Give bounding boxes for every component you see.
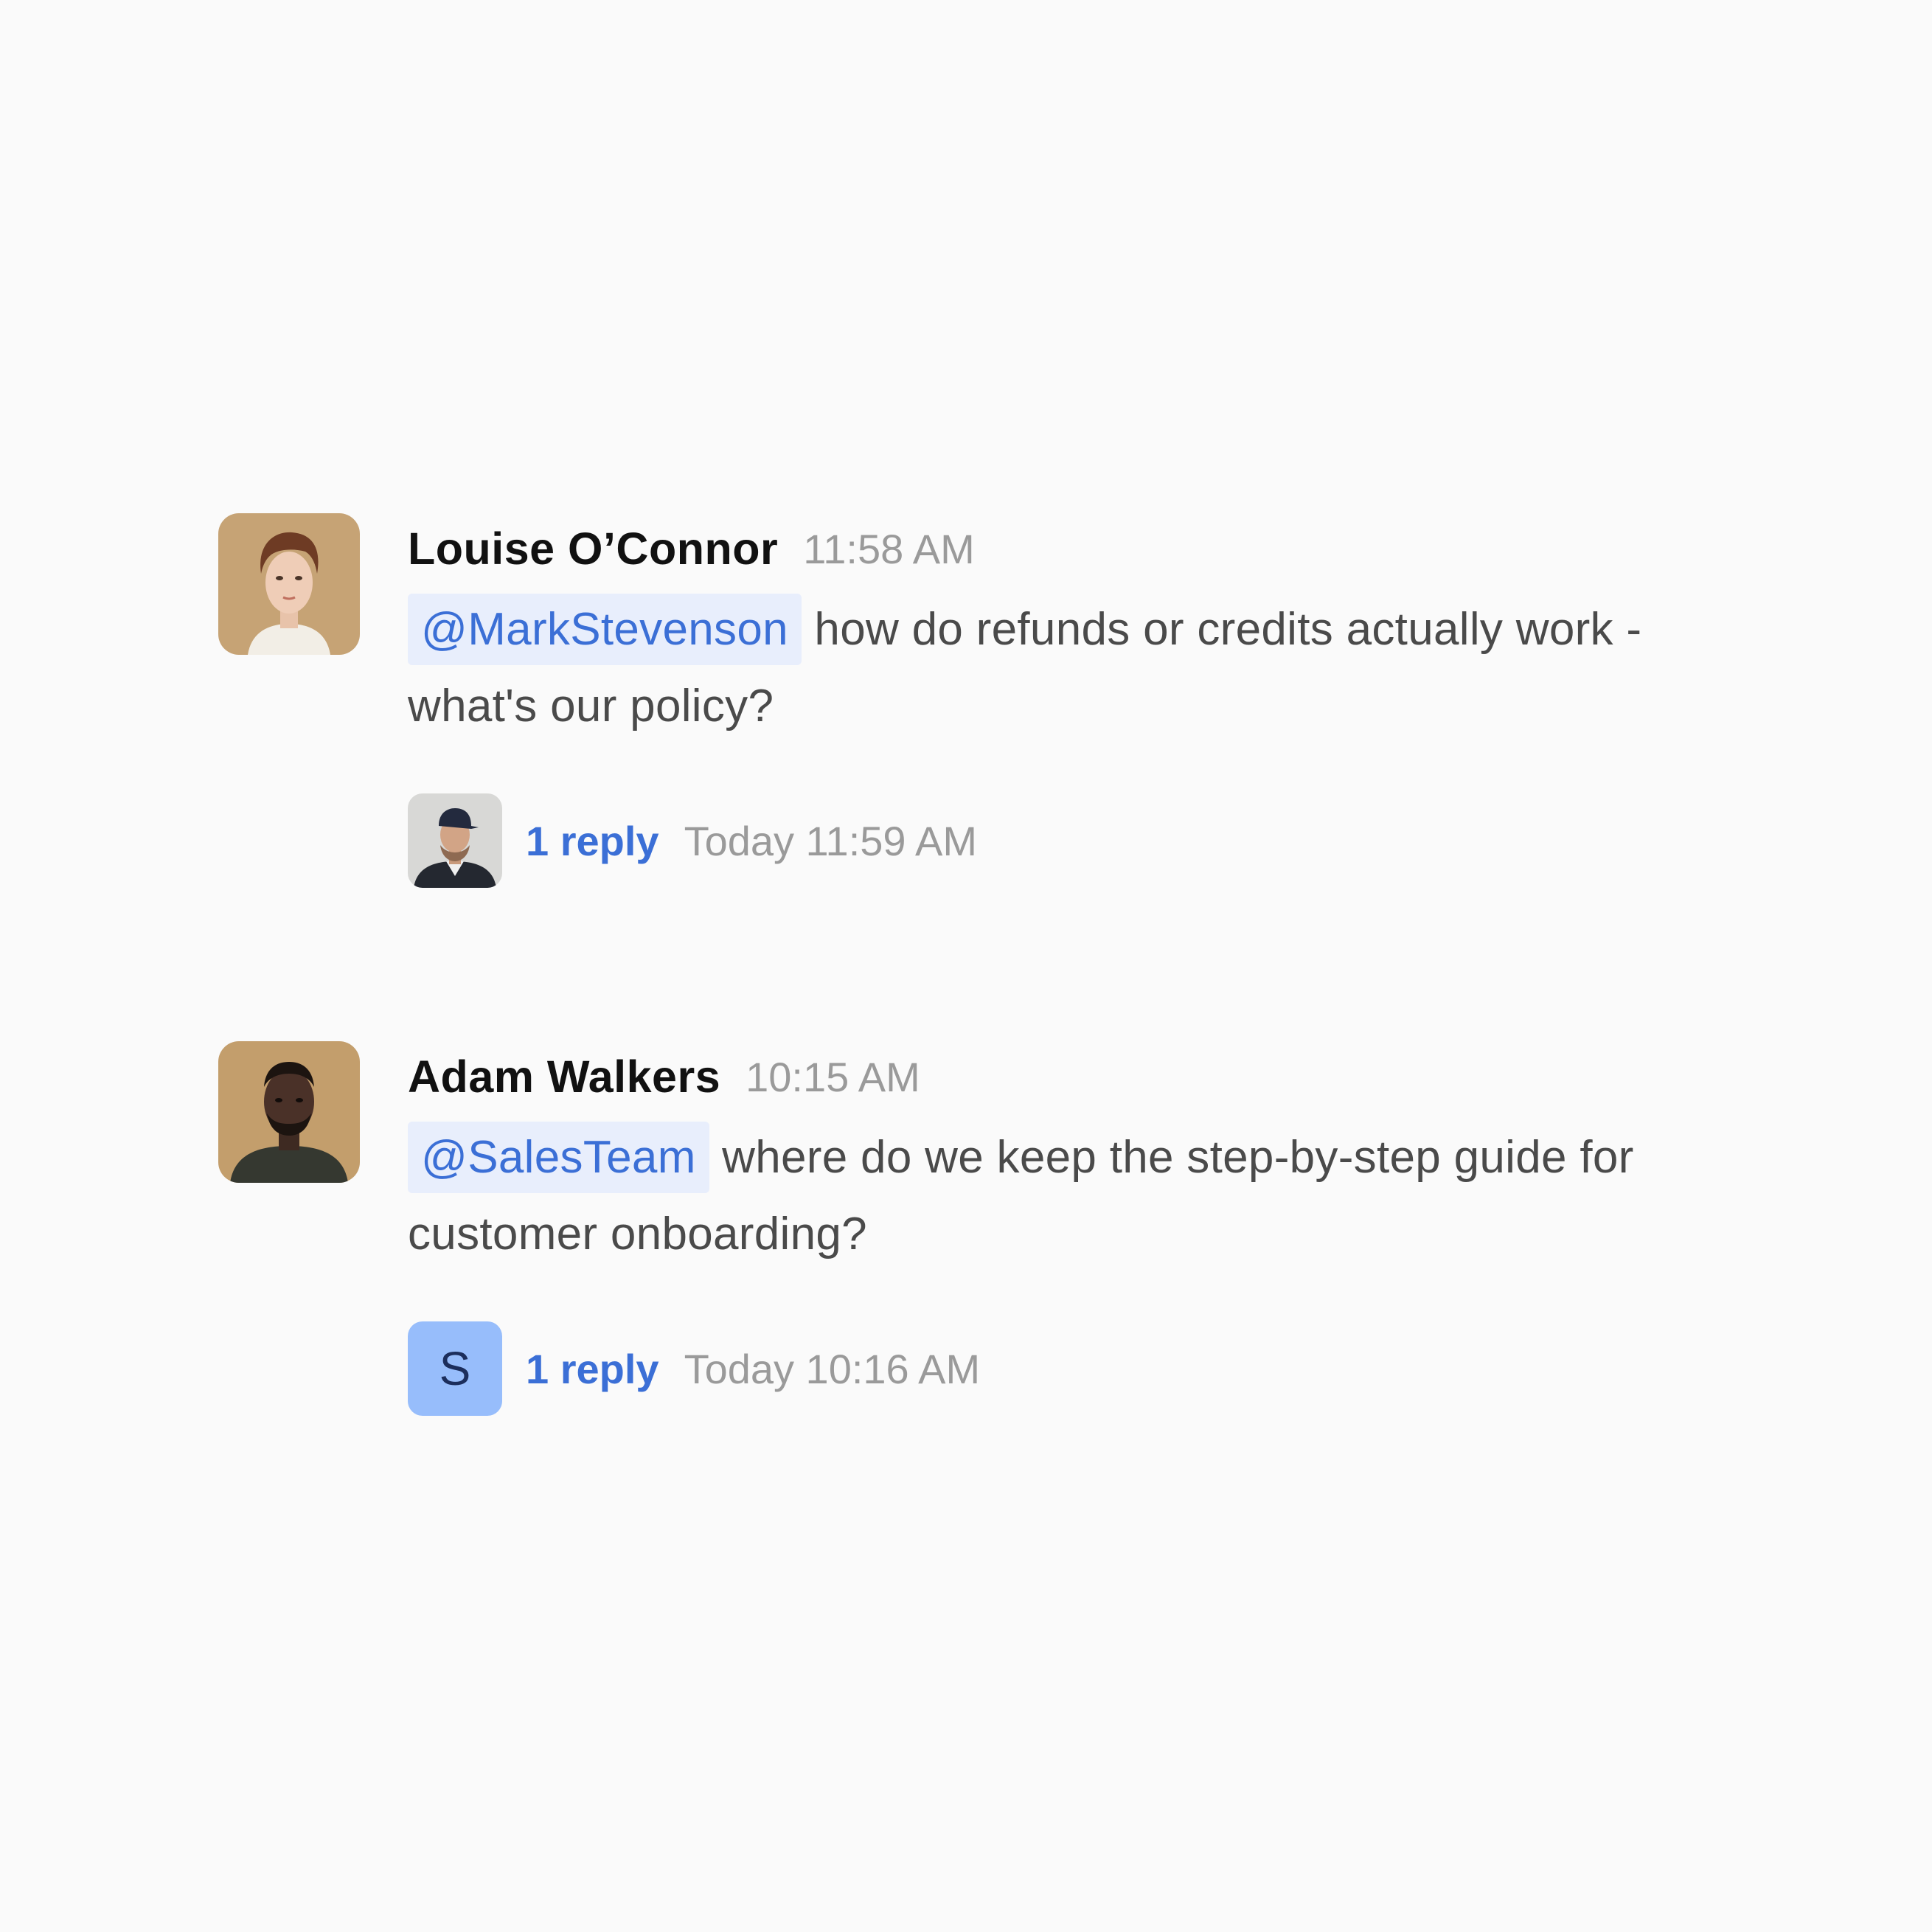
reply-avatar bbox=[408, 793, 502, 888]
message-timestamp: 10:15 AM bbox=[746, 1053, 920, 1100]
mention-tag[interactable]: @SalesTeam bbox=[408, 1122, 709, 1193]
message-content: Adam Walkers 10:15 AM @SalesTeam where d… bbox=[408, 1041, 1750, 1416]
avatar-photo-adam bbox=[218, 1041, 360, 1183]
thread-summary[interactable]: 1 reply Today 11:59 AM bbox=[408, 793, 1750, 888]
author-name[interactable]: Louise O’Connor bbox=[408, 523, 778, 574]
reply-count-link[interactable]: 1 reply bbox=[526, 1345, 659, 1393]
reply-avatar-letter: S bbox=[408, 1321, 502, 1416]
message-header: Adam Walkers 10:15 AM bbox=[408, 1041, 1750, 1112]
avatar-photo-replier bbox=[408, 793, 502, 888]
message-timestamp: 11:58 AM bbox=[803, 525, 975, 572]
avatar-photo-louise bbox=[218, 513, 360, 655]
last-reply-time: Today 10:16 AM bbox=[684, 1345, 981, 1392]
avatar[interactable] bbox=[218, 513, 360, 655]
author-name[interactable]: Adam Walkers bbox=[408, 1051, 720, 1102]
avatar[interactable] bbox=[218, 1041, 360, 1183]
thread-summary[interactable]: S 1 reply Today 10:16 AM bbox=[408, 1321, 1750, 1416]
message-header: Louise O’Connor 11:58 AM bbox=[408, 513, 1750, 584]
message-text: @MarkStevenson how do refunds or credits… bbox=[408, 591, 1750, 745]
reply-count-link[interactable]: 1 reply bbox=[526, 817, 659, 865]
mention-tag[interactable]: @MarkStevenson bbox=[408, 594, 802, 665]
message-text: @SalesTeam where do we keep the step-by-… bbox=[408, 1119, 1750, 1273]
message-content: Louise O’Connor 11:58 AM @MarkStevenson … bbox=[408, 513, 1750, 888]
last-reply-time: Today 11:59 AM bbox=[684, 817, 978, 864]
